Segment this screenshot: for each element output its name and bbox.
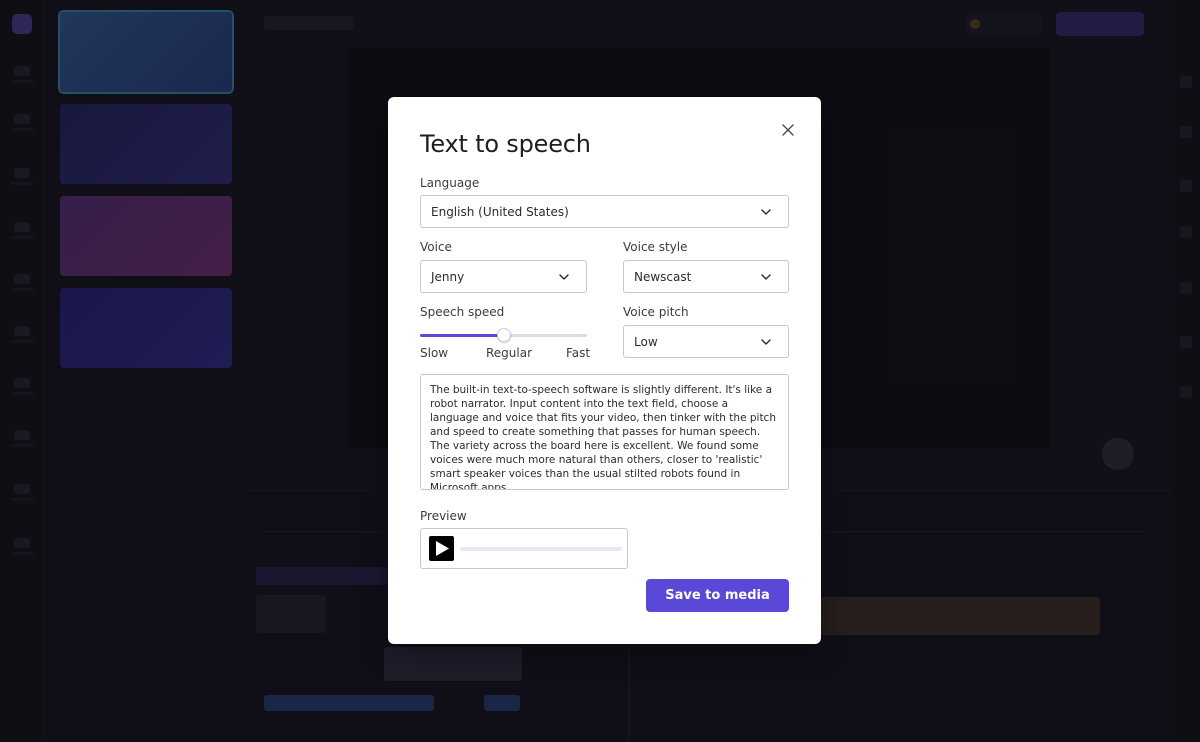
preview-label: Preview (420, 509, 467, 523)
speed-fast-label: Fast (566, 346, 591, 360)
save-to-media-button[interactable]: Save to media (646, 579, 789, 612)
chevron-down-icon (559, 274, 569, 280)
speech-speed-slider[interactable] (420, 328, 587, 342)
language-select[interactable]: English (United States) (420, 195, 789, 228)
voice-pitch-value: Low (634, 335, 658, 349)
chevron-down-icon (761, 339, 771, 345)
voice-select[interactable]: Jenny (420, 260, 587, 293)
play-icon (436, 541, 449, 556)
close-button[interactable] (779, 121, 797, 139)
dialog-title: Text to speech (420, 130, 591, 158)
voice-label: Voice (420, 240, 452, 254)
audio-progress-bar[interactable] (460, 547, 622, 551)
speed-slow-label: Slow (420, 346, 449, 360)
speed-regular-label: Regular (486, 346, 533, 360)
chevron-down-icon (761, 274, 771, 280)
voice-value: Jenny (431, 270, 465, 284)
speech-text-field[interactable]: The built-in text-to-speech software is … (420, 374, 789, 490)
voice-style-value: Newscast (634, 270, 692, 284)
voice-style-label: Voice style (623, 240, 688, 254)
text-to-speech-dialog: Text to speech Language English (United … (388, 97, 821, 644)
chevron-down-icon (761, 209, 771, 215)
voice-pitch-select[interactable]: Low (623, 325, 789, 358)
play-button[interactable] (429, 536, 454, 561)
slider-fill (420, 334, 504, 337)
slider-thumb[interactable] (496, 328, 511, 342)
close-icon (782, 124, 794, 136)
audio-preview-player (420, 528, 628, 569)
voice-style-select[interactable]: Newscast (623, 260, 789, 293)
speech-speed-label: Speech speed (420, 305, 505, 319)
language-label: Language (420, 176, 480, 190)
language-value: English (United States) (431, 205, 569, 219)
voice-pitch-label: Voice pitch (623, 305, 689, 319)
